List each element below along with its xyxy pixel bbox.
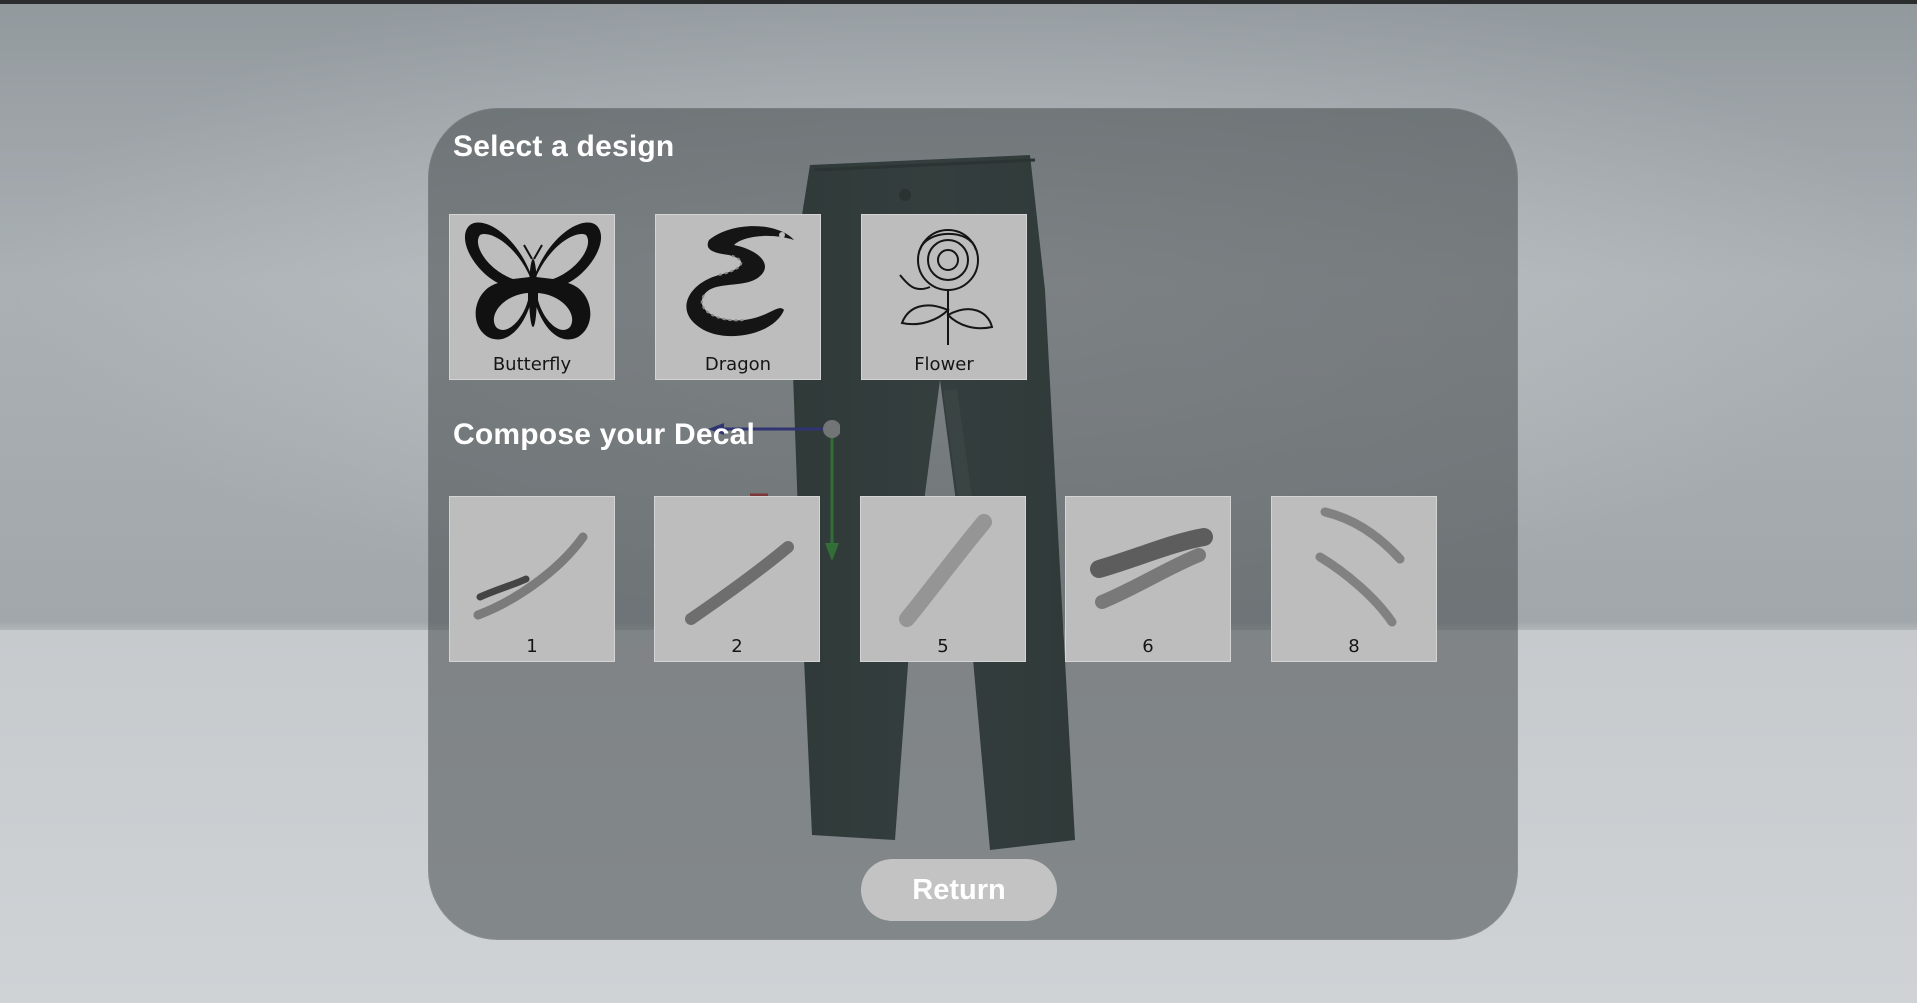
select-design-title: Select a design: [453, 130, 675, 163]
decal-label: 6: [1142, 636, 1154, 657]
brush-stroke-icon: [1066, 497, 1232, 637]
compose-decal-title: Compose your Decal: [453, 418, 756, 451]
brush-stroke-icon: [450, 497, 616, 637]
decal-label: 2: [731, 636, 743, 657]
decal-tile-2[interactable]: 2: [654, 496, 820, 662]
decal-tile-8[interactable]: 8: [1271, 496, 1437, 662]
decal-label: 8: [1348, 636, 1360, 657]
decal-tile-1[interactable]: 1: [449, 496, 615, 662]
brush-stroke-icon: [655, 497, 821, 637]
decal-panel: Select a design Butterfly Dragon Flower …: [428, 108, 1518, 940]
design-label: Butterfly: [492, 354, 572, 375]
decal-label: 1: [526, 636, 538, 657]
decal-tile-5[interactable]: 5: [860, 496, 1026, 662]
dragon-icon: [656, 215, 822, 355]
design-tile-dragon[interactable]: Dragon: [655, 214, 821, 380]
design-label: Flower: [914, 354, 974, 375]
brush-stroke-icon: [1272, 497, 1438, 637]
return-button[interactable]: Return: [861, 859, 1057, 921]
brush-stroke-icon: [861, 497, 1027, 637]
decal-tile-6[interactable]: 6: [1065, 496, 1231, 662]
rose-icon: [862, 215, 1028, 355]
decal-label: 5: [937, 636, 949, 657]
design-tile-flower[interactable]: Flower: [861, 214, 1027, 380]
design-tile-butterfly[interactable]: Butterfly: [449, 214, 615, 380]
design-label: Dragon: [704, 354, 772, 375]
butterfly-icon: [450, 215, 616, 355]
